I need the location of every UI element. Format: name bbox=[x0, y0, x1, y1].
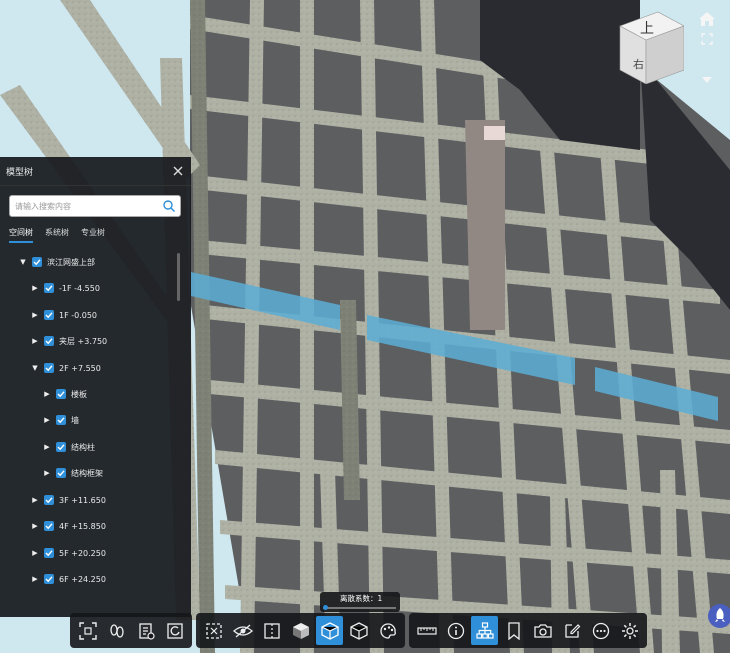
home-icon[interactable] bbox=[697, 10, 717, 28]
tree-tabs: 空间树 系统树 专业树 bbox=[9, 227, 105, 243]
search-field[interactable] bbox=[9, 195, 181, 217]
panel-title: 模型树 bbox=[6, 167, 34, 178]
walk-icon[interactable] bbox=[103, 616, 130, 645]
tab-system-tree[interactable]: 系统树 bbox=[45, 227, 69, 243]
tree-node[interactable]: ▼ 滨江网盛上部 bbox=[19, 254, 95, 270]
tab-space-tree[interactable]: 空间树 bbox=[9, 227, 33, 243]
concrete-beam bbox=[300, 0, 314, 653]
reset-icon[interactable] bbox=[161, 616, 188, 645]
caret-right-icon[interactable]: ▶ bbox=[43, 443, 51, 451]
caret-right-icon[interactable]: ▶ bbox=[31, 549, 39, 557]
panel-header: 模型树 bbox=[0, 157, 191, 186]
caret-right-icon[interactable]: ▶ bbox=[43, 390, 51, 398]
model-tree-panel: 模型树 空间树 系统树 专业树 ▼ 滨江网盛上部 ▶ -1F -4.550 ▶ 1F -0… bbox=[0, 157, 191, 617]
viewcube-top-label: 上 bbox=[640, 21, 654, 37]
tree-node[interactable]: ▶ 1F -0.050 bbox=[31, 307, 97, 323]
caret-right-icon[interactable]: ▶ bbox=[31, 522, 39, 530]
checkbox[interactable] bbox=[44, 495, 54, 505]
cube-solid-icon[interactable] bbox=[287, 616, 314, 645]
checkbox[interactable] bbox=[56, 415, 66, 425]
ruler-icon[interactable] bbox=[413, 616, 440, 645]
info-icon[interactable] bbox=[442, 616, 469, 645]
search-icon[interactable] bbox=[162, 199, 176, 213]
edit-icon[interactable] bbox=[558, 616, 585, 645]
tree-node-label: 滨江网盛上部 bbox=[47, 257, 95, 267]
checkbox[interactable] bbox=[44, 336, 54, 346]
checkbox[interactable] bbox=[44, 574, 54, 584]
tree-node[interactable]: ▶ 5F +20.250 bbox=[31, 545, 106, 561]
tree-node-label: 楼板 bbox=[71, 389, 87, 399]
scatter-coefficient-slider[interactable]: 离散系数：1 bbox=[320, 592, 400, 612]
fullscreen-icon[interactable] bbox=[700, 33, 714, 45]
checkbox[interactable] bbox=[44, 363, 54, 373]
toolbar-group-view bbox=[70, 613, 192, 648]
tree-node[interactable]: ▶ 6F +24.250 bbox=[31, 571, 106, 587]
toolbar-group-tools bbox=[409, 613, 647, 648]
caret-right-icon[interactable]: ▶ bbox=[31, 284, 39, 292]
checkbox[interactable] bbox=[44, 548, 54, 558]
checkbox[interactable] bbox=[32, 257, 42, 267]
viewcube-side-label: 右 bbox=[633, 58, 644, 71]
caret-right-icon[interactable]: ▶ bbox=[43, 469, 51, 477]
tree-node[interactable]: ▶ 3F +11.650 bbox=[31, 492, 106, 508]
tree-node-label: 3F +11.650 bbox=[59, 495, 106, 505]
checkbox[interactable] bbox=[56, 468, 66, 478]
toolbar-group-model bbox=[196, 613, 405, 648]
scatter-label: 离散系数：1 bbox=[340, 594, 383, 603]
caret-right-icon[interactable]: ▶ bbox=[31, 337, 39, 345]
tree-node[interactable]: ▶ 结构框架 bbox=[43, 465, 103, 481]
box-select-icon[interactable] bbox=[200, 616, 227, 645]
slider-track[interactable] bbox=[323, 605, 396, 610]
chevron-down-icon[interactable] bbox=[700, 75, 714, 85]
tab-discipline-tree[interactable]: 专业树 bbox=[81, 227, 105, 243]
caret-right-icon[interactable]: ▶ bbox=[43, 416, 51, 424]
tree-scrollbar[interactable] bbox=[177, 253, 180, 301]
palette-icon[interactable] bbox=[374, 616, 401, 645]
tree-node-label: 2F +7.550 bbox=[59, 363, 101, 373]
tree-node-label: 结构框架 bbox=[71, 468, 103, 478]
caret-right-icon[interactable]: ▶ bbox=[31, 496, 39, 504]
eye-icon[interactable] bbox=[229, 616, 256, 645]
checkbox[interactable] bbox=[56, 389, 66, 399]
camera-icon[interactable] bbox=[529, 616, 556, 645]
tree-node[interactable]: ▶ 结构柱 bbox=[43, 439, 95, 455]
tree-node-label: 6F +24.250 bbox=[59, 574, 106, 584]
checkbox[interactable] bbox=[44, 310, 54, 320]
slider-knob[interactable] bbox=[323, 605, 328, 610]
caret-right-icon[interactable]: ▶ bbox=[31, 575, 39, 583]
cube-outline-icon[interactable] bbox=[345, 616, 372, 645]
cube-blue-icon[interactable] bbox=[316, 616, 343, 645]
search-input[interactable] bbox=[10, 196, 160, 216]
checkbox[interactable] bbox=[44, 283, 54, 293]
tree-node-label: 结构柱 bbox=[71, 442, 95, 452]
tree-node[interactable]: ▶ 墙 bbox=[43, 412, 79, 428]
section-icon[interactable] bbox=[258, 616, 285, 645]
fit-view-icon[interactable] bbox=[74, 616, 101, 645]
clipboard-icon[interactable] bbox=[132, 616, 159, 645]
caret-down-icon[interactable]: ▼ bbox=[31, 364, 39, 372]
tree-node[interactable]: ▶ 4F +15.850 bbox=[31, 518, 106, 534]
tree-node-label: 墙 bbox=[71, 415, 79, 425]
tree-node-label: 夹层 +3.750 bbox=[59, 336, 108, 346]
structure-tree-icon[interactable] bbox=[471, 616, 498, 645]
caret-down-icon[interactable]: ▼ bbox=[19, 258, 27, 266]
more-icon[interactable] bbox=[587, 616, 614, 645]
tree-node[interactable]: ▶ 楼板 bbox=[43, 386, 87, 402]
caret-right-icon[interactable]: ▶ bbox=[31, 311, 39, 319]
tree-node[interactable]: ▶ 夹层 +3.750 bbox=[31, 333, 107, 349]
checkbox[interactable] bbox=[56, 442, 66, 452]
tree-node-label: 1F -0.050 bbox=[59, 310, 98, 320]
tree-node-label: 5F +20.250 bbox=[59, 548, 106, 558]
tree-node-label: -1F -4.550 bbox=[59, 283, 100, 293]
close-icon[interactable] bbox=[171, 164, 185, 178]
tree-node[interactable]: ▼ 2F +7.550 bbox=[31, 360, 101, 376]
rocket-icon[interactable] bbox=[708, 604, 730, 628]
bookmark-icon[interactable] bbox=[500, 616, 527, 645]
tree-node[interactable]: ▶ -1F -4.550 bbox=[31, 280, 100, 296]
settings-icon[interactable] bbox=[616, 616, 643, 645]
bottom-toolbar bbox=[70, 613, 647, 648]
checkbox[interactable] bbox=[44, 521, 54, 531]
tree-node-label: 4F +15.850 bbox=[59, 521, 106, 531]
